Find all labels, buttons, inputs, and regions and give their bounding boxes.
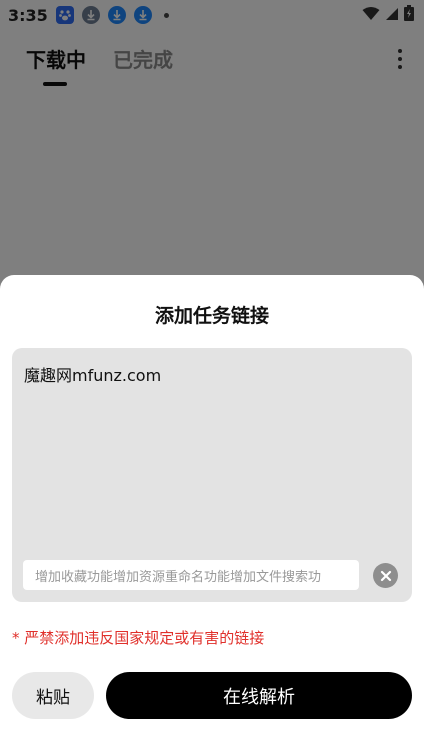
paste-button[interactable]: 粘贴 [12,672,94,719]
link-textarea[interactable]: 魔趣网mfunz.com 增加收藏功能增加资源重命名功能增加文件搜索功 [12,348,412,602]
add-task-sheet: 添加任务链接 魔趣网mfunz.com 增加收藏功能增加资源重命名功能增加文件搜… [0,275,424,754]
parse-online-button[interactable]: 在线解析 [106,672,412,719]
warning-text: * 严禁添加违反国家规定或有害的链接 [12,629,265,647]
rename-input[interactable]: 增加收藏功能增加资源重命名功能增加文件搜索功 [23,560,359,590]
sheet-title: 添加任务链接 [154,305,269,327]
link-value[interactable]: 魔趣网mfunz.com [24,362,161,386]
clear-circle-icon[interactable] [373,563,398,588]
